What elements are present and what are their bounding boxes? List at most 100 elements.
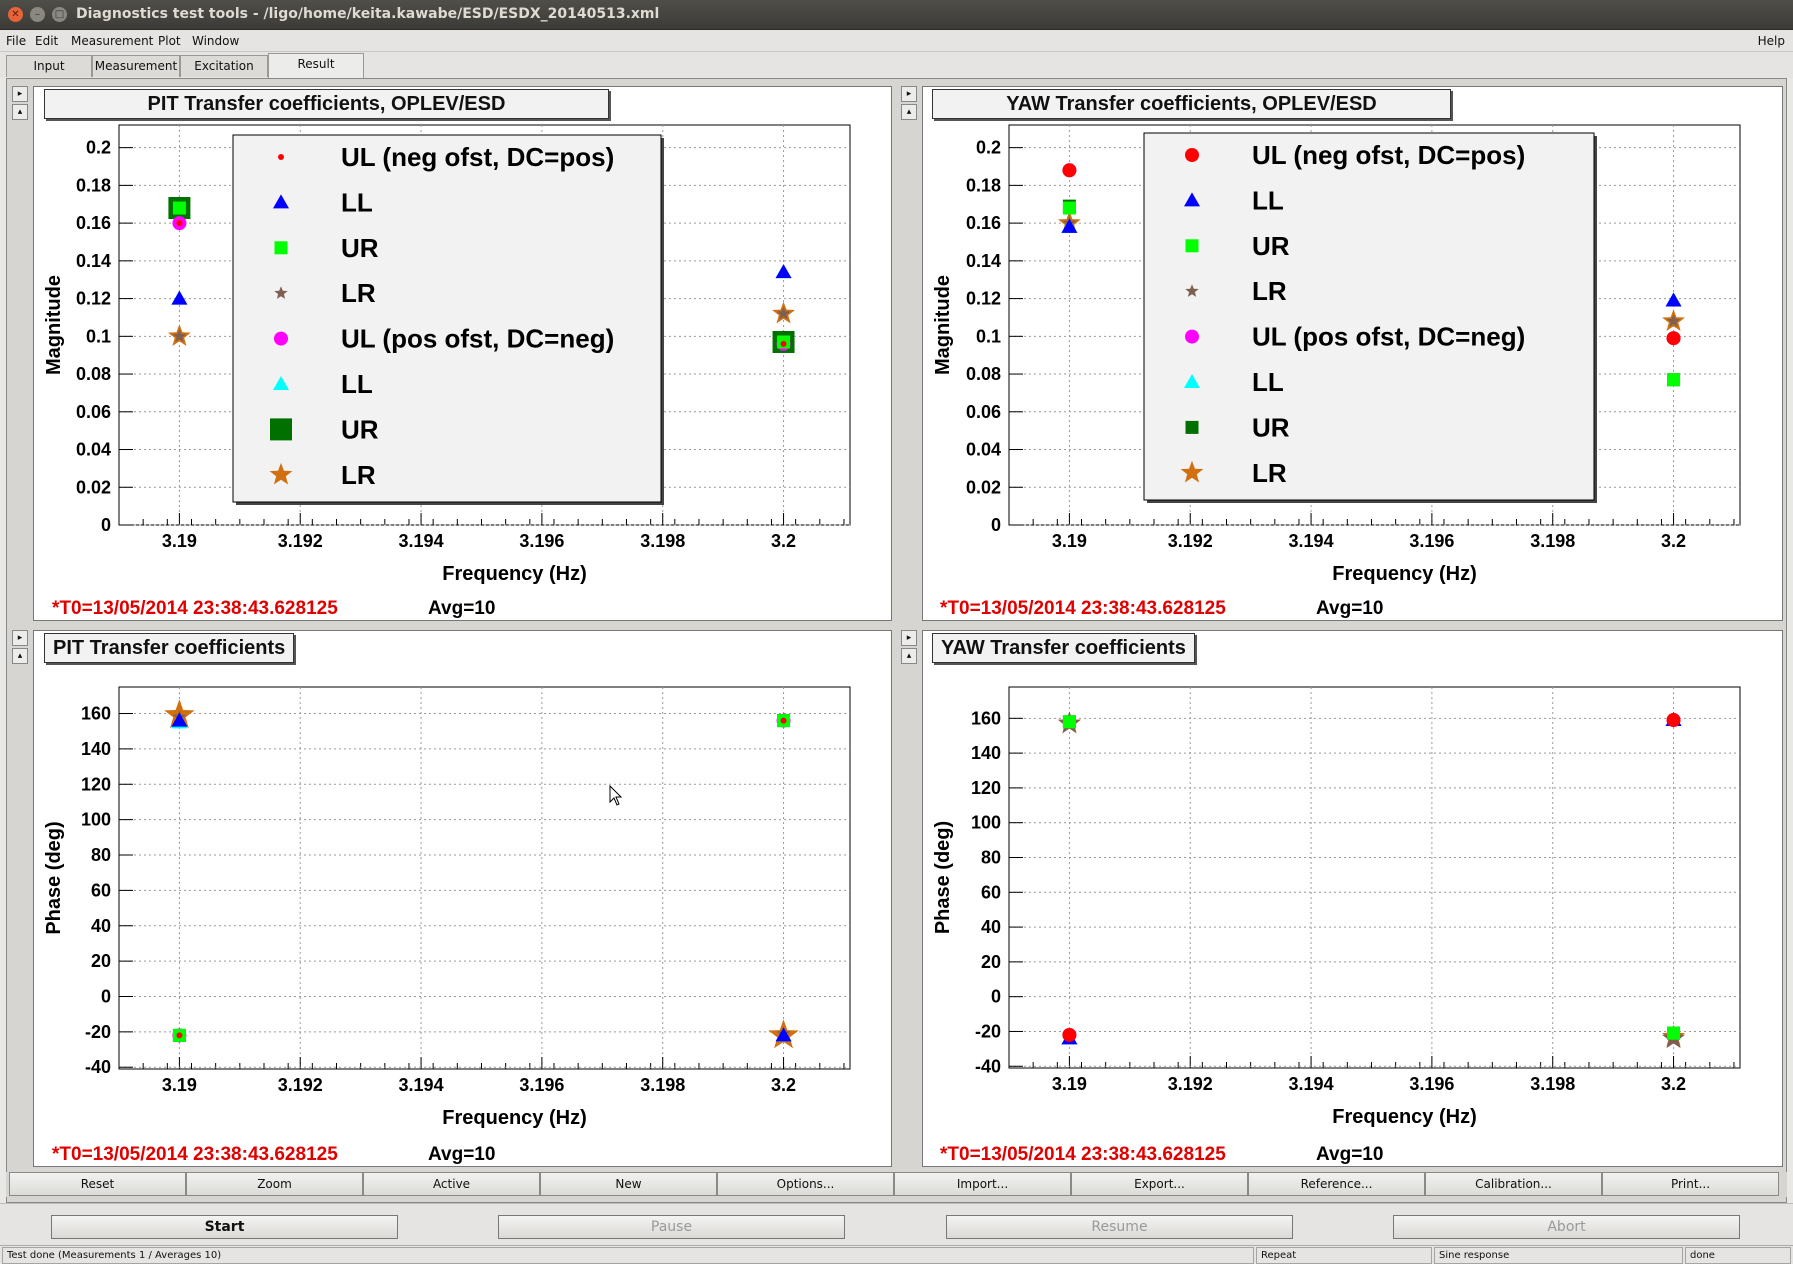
y-tick-label: 0.12 <box>966 289 1001 309</box>
legend-label: LL <box>1252 185 1284 215</box>
resume-button[interactable]: Resume <box>946 1215 1293 1239</box>
y-axis-label: Phase (deg) <box>43 821 65 934</box>
x-tick-label: 3.194 <box>399 1075 444 1095</box>
legend-label: UL (pos ofst, DC=neg) <box>1252 322 1525 352</box>
pane-scroll-control: ▸ ▴ <box>10 86 30 126</box>
arrow-up-icon[interactable]: ▴ <box>901 648 917 664</box>
plot-button-row: Reset Zoom Active New Options... Import.… <box>6 1172 1787 1197</box>
x-tick-label: 3.192 <box>278 531 323 551</box>
x-tick-label: 3.2 <box>771 1075 796 1095</box>
y-tick-label: 100 <box>971 813 1001 833</box>
panel-title: PIT Transfer coefficients <box>44 633 295 663</box>
legend-label: UR <box>1252 231 1290 261</box>
legend-label: LR <box>1252 458 1287 488</box>
menu-file[interactable]: File <box>6 34 26 48</box>
averages-label: Avg=10 <box>428 598 496 619</box>
pit-magnitude-chart[interactable]: 3.19 3.192 3.194 3.196 3.198 3.2 0 0.02 0.04 0.06… <box>34 87 893 622</box>
x-axis-label: Frequency (Hz) <box>442 1107 586 1129</box>
legend-marker <box>274 331 288 346</box>
y-tick-label: 0.08 <box>966 364 1001 384</box>
arrow-up-icon[interactable]: ▴ <box>12 104 28 120</box>
tab-result[interactable]: Result <box>268 53 364 78</box>
status-state: done <box>1685 1247 1791 1264</box>
arrow-up-icon[interactable]: ▴ <box>901 104 917 120</box>
y-tick-label: 0.06 <box>966 402 1001 422</box>
legend-box <box>1143 132 1595 501</box>
tab-input[interactable]: Input <box>6 55 92 77</box>
yaw-phase-chart[interactable]: 3.19 3.192 3.194 3.196 3.198 3.2 -40 -20 0 20 40 60… <box>923 631 1784 1168</box>
menu-measurement[interactable]: Measurement <box>71 34 153 48</box>
menu-edit[interactable]: Edit <box>35 34 58 48</box>
y-tick-label: -40 <box>975 1056 1001 1076</box>
export-button[interactable]: Export... <box>1071 1172 1248 1196</box>
minimize-window-icon[interactable]: – <box>30 7 45 22</box>
x-tick-label: 3.196 <box>1409 1074 1454 1094</box>
status-bar: Test done (Measurements 1 / Averages 10)… <box>0 1245 1793 1264</box>
arrow-right-icon[interactable]: ▸ <box>901 630 917 646</box>
legend-label: LR <box>1252 276 1287 306</box>
y-tick-label: 60 <box>981 882 1001 902</box>
y-tick-label: 0.02 <box>76 477 111 497</box>
y-tick-label: 0 <box>101 986 111 1006</box>
x-tick-label: 3.19 <box>1052 1074 1087 1094</box>
t0-timestamp: *T0=13/05/2014 23:38:43.628125 <box>940 1144 1226 1165</box>
y-tick-label: 0.08 <box>76 364 111 384</box>
y-tick-label: 0.1 <box>86 326 111 346</box>
reference-button[interactable]: Reference... <box>1248 1172 1425 1196</box>
averages-label: Avg=10 <box>428 1144 496 1165</box>
zoom-button[interactable]: Zoom <box>186 1172 363 1196</box>
calibration-button[interactable]: Calibration... <box>1425 1172 1602 1196</box>
y-tick-label: 0.12 <box>76 289 111 309</box>
pane-scroll-control: ▸ ▴ <box>899 630 919 670</box>
arrow-right-icon[interactable]: ▸ <box>12 630 28 646</box>
pause-button[interactable]: Pause <box>498 1215 845 1239</box>
status-test-type: Sine response <box>1434 1247 1683 1264</box>
panel-title: PIT Transfer coefficients, OPLEV/ESD <box>44 89 609 119</box>
y-tick-label: 0.14 <box>76 251 111 271</box>
abort-button[interactable]: Abort <box>1393 1215 1740 1239</box>
x-tick-label: 3.194 <box>399 531 444 551</box>
y-tick-label: 0.04 <box>76 440 111 460</box>
new-button[interactable]: New <box>540 1172 717 1196</box>
y-tick-label: 0.2 <box>86 138 111 158</box>
pit-phase-chart[interactable]: 3.19 3.192 3.194 3.196 3.198 3.2 -40 -20 0 20 40 60… <box>34 631 893 1168</box>
options-button[interactable]: Options... <box>717 1172 894 1196</box>
legend-marker <box>1185 420 1199 434</box>
tab-excitation[interactable]: Excitation <box>180 55 268 77</box>
legend-box <box>232 134 662 503</box>
reset-button[interactable]: Reset <box>9 1172 186 1196</box>
y-tick-label: 0 <box>991 515 1001 535</box>
menu-bar: File Edit Measurement Plot Window Help <box>0 30 1793 52</box>
legend-label: UL (neg ofst, DC=pos) <box>341 142 614 172</box>
title-bar: ✕ – □ Diagnostics test tools - /ligo/hom… <box>0 0 1793 30</box>
yaw-magnitude-chart[interactable]: 3.19 3.192 3.194 3.196 3.198 3.2 0 0.02 0.04 0.06… <box>923 87 1784 622</box>
legend-marker <box>278 154 284 160</box>
start-button[interactable]: Start <box>51 1215 398 1239</box>
y-tick-label: 80 <box>981 847 1001 867</box>
arrow-right-icon[interactable]: ▸ <box>12 86 28 102</box>
menu-help[interactable]: Help <box>1758 34 1785 48</box>
menu-plot[interactable]: Plot <box>158 34 181 48</box>
pane-scroll-control: ▸ ▴ <box>10 630 30 670</box>
yaw-phase-panel: 3.19 3.192 3.194 3.196 3.198 3.2 -40 -20 0 20 40 60… <box>922 630 1783 1167</box>
menu-window[interactable]: Window <box>192 34 239 48</box>
status-message: Test done (Measurements 1 / Averages 10) <box>2 1247 1254 1264</box>
x-tick-label: 3.196 <box>519 531 564 551</box>
import-button[interactable]: Import... <box>894 1172 1071 1196</box>
y-tick-label: 0 <box>991 987 1001 1007</box>
print-button[interactable]: Print... <box>1602 1172 1779 1196</box>
maximize-window-icon[interactable]: □ <box>52 7 67 22</box>
data-point <box>1667 1026 1681 1040</box>
close-window-icon[interactable]: ✕ <box>8 7 23 22</box>
x-tick-label: 3.19 <box>162 1075 197 1095</box>
plot-frame <box>1008 686 1741 1069</box>
t0-timestamp: *T0=13/05/2014 23:38:43.628125 <box>52 598 338 619</box>
active-button[interactable]: Active <box>363 1172 540 1196</box>
arrow-right-icon[interactable]: ▸ <box>901 86 917 102</box>
y-tick-label: 0.18 <box>966 175 1001 195</box>
tab-measurement[interactable]: Measurement <box>92 55 180 77</box>
x-tick-label: 3.194 <box>1289 531 1334 551</box>
x-axis-label: Frequency (Hz) <box>1332 1106 1476 1128</box>
arrow-up-icon[interactable]: ▴ <box>12 648 28 664</box>
x-tick-label: 3.194 <box>1289 1074 1334 1094</box>
